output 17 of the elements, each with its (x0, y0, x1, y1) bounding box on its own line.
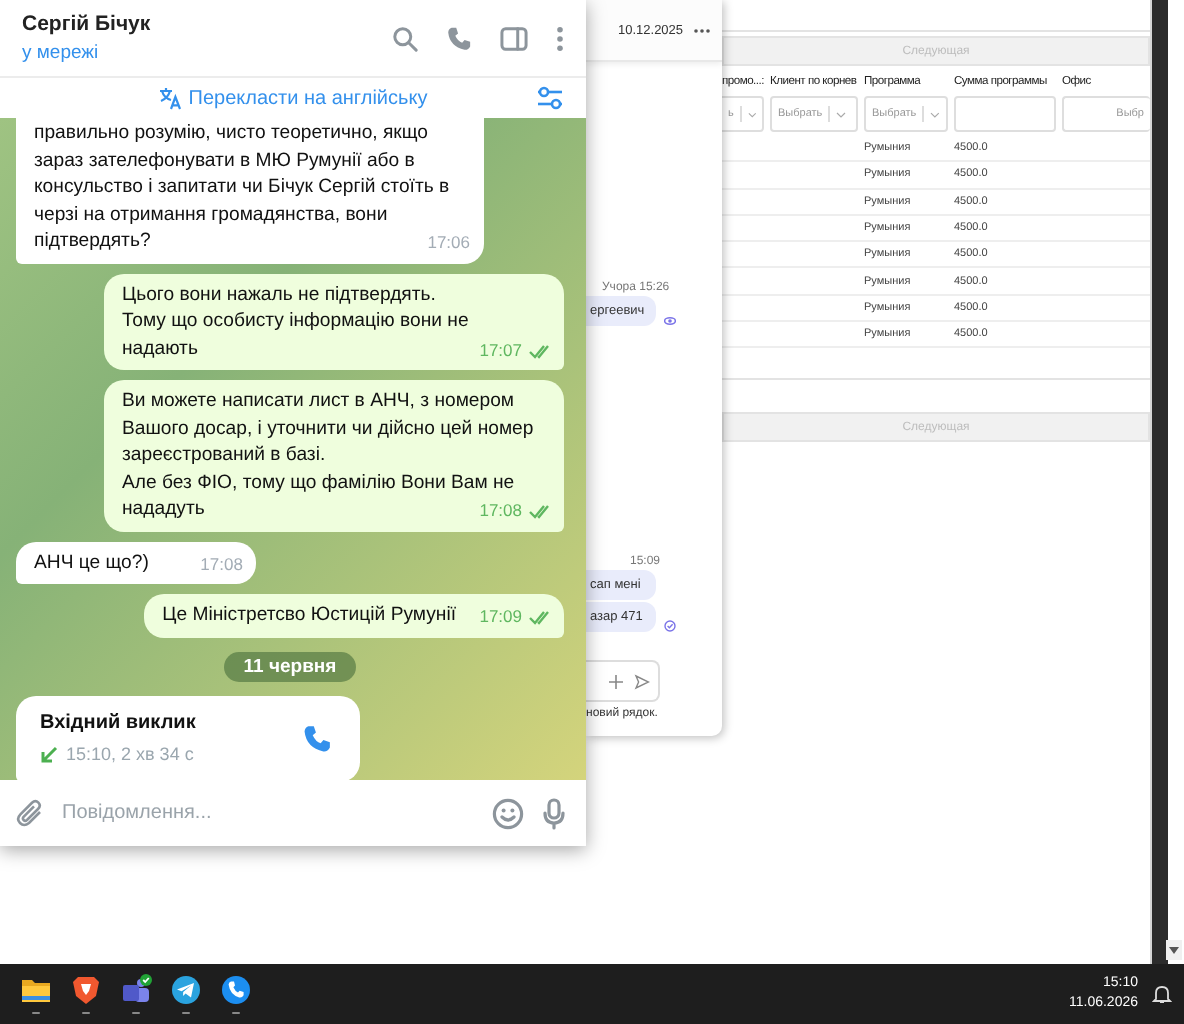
call-details: 15:10, 2 хв 34 с (66, 742, 194, 768)
date-separator: 11 червня (223, 651, 357, 681)
message-time: 17:08 (479, 498, 522, 524)
online-status: у мережі (22, 42, 101, 64)
outgoing-message: Це Міністретсво Юстицій Румунії 17:09 (144, 594, 564, 637)
outgoing-message: Ви можете написати лист в АНЧ, з номером Вашого досар, і уточнити чи дійсно цей номер зареєстрований в базі. Але без ФІО, тому що фамілію Вони Вам не нададуть 17:08 (104, 380, 564, 531)
contact-name: Сергій Бічук (22, 12, 153, 36)
message-time: 17:08 (200, 551, 243, 577)
incoming-message: правильно розумію, чисто теоретично, якщо зараз зателефонувати в МЮ Румунії або в консульство і запитати чи Бічук Сергій стоїть в черзі на отримання громадянства, вони підтвердять? 17:06 (16, 118, 484, 263)
message-time: 17:06 (427, 230, 470, 256)
translate-button[interactable]: Перекласти на англійську (158, 86, 428, 110)
message-time: 17:09 (479, 604, 522, 630)
outgoing-message: Цього вони нажаль не підтвердять. Тому що особисту інформацію вони не надають 17:07 (104, 273, 564, 370)
message-time: 17:07 (479, 337, 522, 363)
call-title: Вхідний виклик (40, 709, 198, 736)
message-input[interactable]: Повідомлення... (62, 796, 474, 830)
incoming-message: АНЧ це що?) 17:08 (16, 541, 257, 584)
